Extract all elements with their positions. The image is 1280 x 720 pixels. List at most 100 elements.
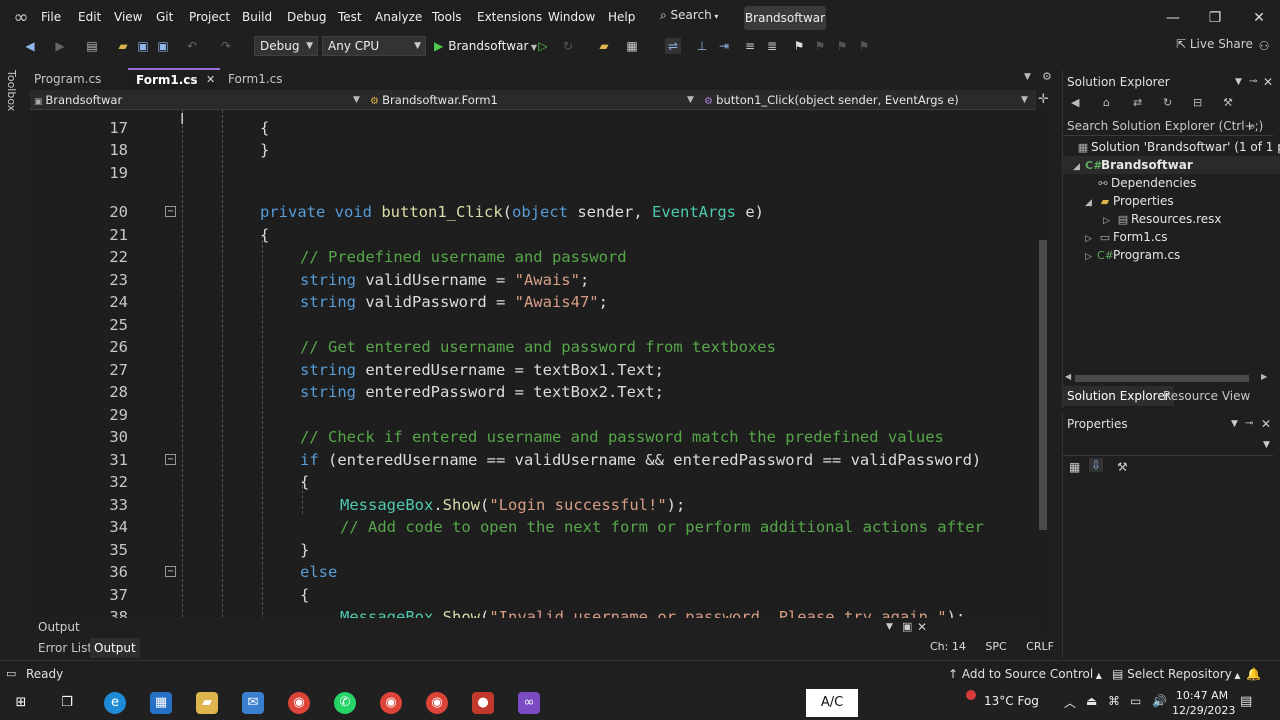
tree-item-resources[interactable]: ▷ ▤ Resources.resx bbox=[1063, 210, 1222, 228]
search-button[interactable]: ⌕ Search ▾ bbox=[660, 8, 730, 28]
refresh-icon[interactable]: ↻ bbox=[1163, 96, 1172, 109]
code-line[interactable]: 22 // Predefined username and password bbox=[30, 246, 1036, 268]
categorized-icon[interactable]: ▦ bbox=[1069, 460, 1080, 474]
action-center-icon[interactable]: ▤ bbox=[1240, 694, 1252, 709]
menu-window[interactable]: Window bbox=[548, 10, 595, 24]
notifications-icon[interactable]: 🔔 bbox=[1246, 667, 1261, 681]
close-icon[interactable]: ✕ bbox=[1261, 414, 1271, 434]
scrollbar-thumb[interactable] bbox=[1039, 240, 1047, 530]
whatsapp-icon[interactable]: ✆ bbox=[334, 692, 356, 714]
chevron-down-icon[interactable]: ▼ bbox=[886, 618, 893, 636]
close-tab-icon[interactable]: ✕ bbox=[206, 70, 215, 90]
close-icon[interactable]: ✕ bbox=[917, 618, 927, 636]
navigate-back-icon[interactable]: ◀ bbox=[22, 38, 38, 54]
tab-solution-explorer[interactable]: Solution Explorer bbox=[1063, 386, 1174, 406]
bookmark-icon[interactable]: ⚑ bbox=[791, 38, 807, 54]
navigate-forward-icon[interactable]: ▶ bbox=[52, 38, 68, 54]
solution-horizontal-scrollbar[interactable]: ◀ ▶ bbox=[1063, 372, 1273, 384]
collapsed-arrow-icon[interactable]: ▷ bbox=[1085, 248, 1097, 266]
recorder-icon[interactable]: ● bbox=[472, 692, 494, 714]
volume-icon[interactable]: 🔊 bbox=[1152, 694, 1167, 708]
layout-icon[interactable]: ▦ bbox=[624, 38, 640, 54]
menu-file[interactable]: File bbox=[41, 10, 61, 24]
tab-error-list[interactable]: Error List bbox=[34, 638, 96, 658]
close-icon[interactable]: ✕ bbox=[1263, 72, 1273, 92]
code-line[interactable]: 30 // Check if entered username and passw… bbox=[30, 426, 1036, 448]
edge-browser-icon[interactable]: e bbox=[104, 692, 126, 714]
account-icon[interactable]: ⚇ bbox=[1256, 38, 1272, 54]
code-line[interactable]: 19 bbox=[30, 162, 1036, 184]
settings-gear-icon[interactable]: ⚙ bbox=[1042, 70, 1052, 83]
scrollbar-thumb[interactable] bbox=[1075, 375, 1249, 382]
code-line[interactable]: 17 { bbox=[30, 117, 1036, 139]
home-icon[interactable]: ⌂ bbox=[1103, 96, 1110, 109]
code-line[interactable]: 21 { bbox=[30, 224, 1036, 246]
save-all-icon[interactable]: ▣ bbox=[155, 38, 171, 54]
battery-icon[interactable]: ▭ bbox=[1130, 694, 1141, 708]
hot-reload-icon[interactable]: ↻ bbox=[560, 38, 576, 54]
code-line[interactable]: 34 // Add code to open the next form or p… bbox=[30, 516, 1036, 538]
property-pages-icon[interactable]: ⚒ bbox=[1117, 460, 1128, 474]
menu-tools[interactable]: Tools bbox=[432, 10, 462, 24]
minimize-icon[interactable]: — bbox=[1163, 8, 1183, 28]
new-project-icon[interactable]: ▤ bbox=[84, 38, 100, 54]
bookmark-clear-icon[interactable]: ⚑ bbox=[856, 38, 872, 54]
code-line[interactable]: 28 string enteredPassword = textBox2.Text… bbox=[30, 381, 1036, 403]
redo-icon[interactable]: ↷ bbox=[218, 38, 234, 54]
tree-item-program[interactable]: ▷ C#Program.cs bbox=[1063, 246, 1180, 264]
menu-debug[interactable]: Debug bbox=[287, 10, 326, 24]
open-folder-icon[interactable]: ▰ bbox=[115, 38, 131, 54]
bookmark-next-icon[interactable]: ⚑ bbox=[834, 38, 850, 54]
start-debugging-button[interactable]: ▶ Brandsoftwar ▼ bbox=[434, 36, 537, 56]
tab-form1-design[interactable]: Form1.cs [Design] bbox=[220, 68, 330, 108]
code-line[interactable]: 18} bbox=[30, 139, 1036, 161]
code-line[interactable]: 31 − if (enteredUsername == validUsername … bbox=[30, 449, 1036, 471]
pin-icon[interactable]: ⊸ bbox=[188, 70, 196, 90]
chrome-profile-icon[interactable]: ◉ bbox=[380, 692, 402, 714]
solution-configuration-select[interactable]: Debug ▼ bbox=[254, 36, 318, 56]
tree-item-dependencies[interactable]: ⚯ Dependencies bbox=[1063, 174, 1196, 192]
toolbox-label[interactable]: Toolbox bbox=[5, 70, 18, 111]
collapse-region-icon[interactable]: − bbox=[165, 206, 176, 217]
code-line[interactable]: 24 string validPassword = "Awais47"; bbox=[30, 291, 1036, 313]
code-line[interactable]: 33 MessageBox.Show("Login successful!"); bbox=[30, 494, 1036, 516]
menu-build[interactable]: Build bbox=[242, 10, 272, 24]
network-icon[interactable]: ⌘ bbox=[1108, 694, 1120, 708]
code-line[interactable]: 23 string validUsername = "Awais"; bbox=[30, 269, 1036, 291]
toggle-whitespace-icon[interactable]: ⇌ bbox=[665, 38, 681, 54]
open-folder-icon[interactable]: ▰ bbox=[596, 38, 612, 54]
visual-studio-icon[interactable]: ∞ bbox=[518, 692, 540, 714]
usb-icon[interactable]: ⏏ bbox=[1086, 694, 1097, 708]
windows-start-icon[interactable]: ⊞ bbox=[10, 692, 32, 714]
sync-icon[interactable]: ⇄ bbox=[1133, 96, 1142, 109]
menu-edit[interactable]: Edit bbox=[78, 10, 101, 24]
close-window-icon[interactable]: ✕ bbox=[1249, 8, 1269, 28]
whitespace-indicator[interactable]: SPC bbox=[985, 640, 1006, 653]
alphabetical-icon[interactable]: ⇩ bbox=[1089, 458, 1104, 472]
solution-platform-select[interactable]: Any CPU ▼ bbox=[322, 36, 426, 56]
wrench-icon[interactable]: ⚒ bbox=[1223, 96, 1233, 109]
bookmark-prev-icon[interactable]: ⚑ bbox=[812, 38, 828, 54]
indent-icon[interactable]: ⇥ bbox=[716, 38, 732, 54]
select-repository-button[interactable]: ▤ Select Repository ▲ bbox=[1112, 667, 1241, 681]
menu-view[interactable]: View bbox=[114, 10, 142, 24]
collapse-all-icon[interactable]: ⊟ bbox=[1193, 96, 1202, 109]
chevron-down-icon[interactable]: ▼ bbox=[1235, 72, 1242, 92]
mail-icon[interactable]: ✉ bbox=[242, 692, 264, 714]
split-window-icon[interactable]: ✛ bbox=[1038, 92, 1049, 107]
collapse-region-icon[interactable]: − bbox=[165, 566, 176, 577]
add-source-control-button[interactable]: ↑ Add to Source Control ▲ bbox=[948, 667, 1102, 681]
comment-icon[interactable]: ≡ bbox=[742, 38, 758, 54]
menu-project[interactable]: Project bbox=[189, 10, 230, 24]
code-editor[interactable]: I 17{18} 19 20− private void button1_Click(… bbox=[30, 110, 1036, 622]
tab-program-cs[interactable]: Program.cs bbox=[26, 68, 126, 90]
menu-help[interactable]: Help bbox=[608, 10, 635, 24]
uncomment-icon[interactable]: ≣ bbox=[764, 38, 780, 54]
tab-resource-view[interactable]: Resource View bbox=[1159, 386, 1254, 406]
maximize-icon[interactable]: ▣ bbox=[902, 618, 912, 636]
scroll-right-icon[interactable]: ▶ bbox=[1261, 372, 1267, 381]
start-without-debugging-icon[interactable]: ▷ bbox=[535, 38, 551, 54]
line-ending-indicator[interactable]: CRLF bbox=[1026, 640, 1054, 653]
menu-analyze[interactable]: Analyze bbox=[375, 10, 422, 24]
code-line[interactable]: 35} bbox=[30, 539, 1036, 561]
